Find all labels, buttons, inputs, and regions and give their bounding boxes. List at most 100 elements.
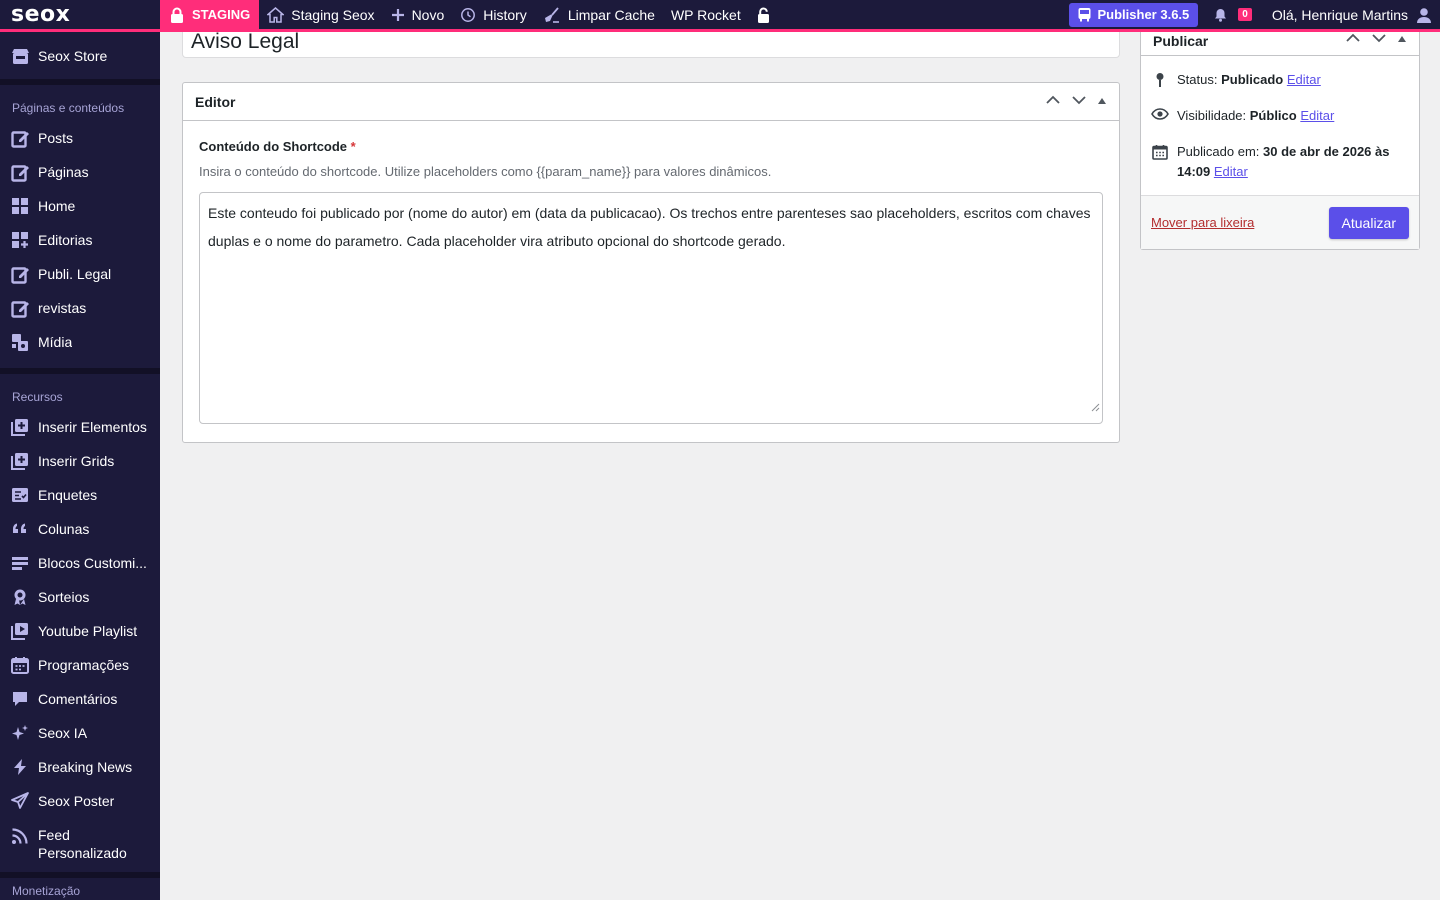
sidebar-item-breaking-news[interactable]: Breaking News [0,750,160,784]
move-down-icon[interactable] [1371,30,1387,49]
sidebar-item-label: Feed Personalizado [38,827,127,861]
publish-status-row: Status: Publicado Editar [1151,70,1409,90]
sidebar-item-feed-personalizado[interactable]: Feed Personalizado [0,818,160,870]
visibility-label: Visibilidade: [1177,108,1247,123]
sidebar-section-title: Monetização [12,884,81,898]
collapse-toggle-icon[interactable] [1097,94,1107,109]
quote-icon [10,519,30,539]
sidebar-item-label: Sorteios [38,589,90,605]
comment-icon [10,689,30,709]
sidebar-item-midia[interactable]: Mídia [0,325,160,359]
sidebar-item-enquetes[interactable]: Enquetes [0,478,160,512]
edit-date-link[interactable]: Editar [1214,164,1248,179]
editor-postbox-body: Conteúdo do Shortcode * Insira o conteúd… [183,121,1119,442]
sidebar-item-seox-poster[interactable]: Seox Poster [0,784,160,818]
sidebar-item-label: Enquetes [38,487,98,503]
sidebar-item-label: Seox Store [38,48,108,64]
status-label: Status: [1177,72,1218,87]
grid-plus-icon [10,230,30,250]
update-button[interactable]: Atualizar [1328,206,1409,239]
move-up-icon[interactable] [1045,92,1061,111]
publisher-version-button[interactable]: Publisher 3.6.5 [1068,2,1199,27]
edit-status-link[interactable]: Editar [1287,72,1321,87]
sidebar-item-label: Posts [38,130,74,146]
playlist-icon [10,621,30,641]
bell-icon [1215,8,1227,22]
publish-date-text: Publicado em: 30 de abr de 2026 às 14:09… [1177,142,1409,182]
sidebar-item-blocos-customizados[interactable]: Blocos Customi... [0,546,160,580]
move-down-icon[interactable] [1071,92,1087,111]
sidebar-item-publi-legal[interactable]: Publi. Legal [0,257,160,291]
editor-postbox-title: Editor [195,93,236,110]
shortcode-content-label: Conteúdo do Shortcode * [199,139,1103,154]
notifications-button[interactable]: 0 [1210,0,1256,31]
sidebar-item-label: Youtube Playlist [38,623,138,639]
adminbar-history-link[interactable]: History [452,0,535,31]
media-icon [10,332,30,352]
lock-icon [171,7,183,23]
edit-visibility-link[interactable]: Editar [1300,108,1334,123]
notifications-count: 0 [1238,8,1252,21]
sidebar-item-comentarios[interactable]: Comentários [0,682,160,716]
staging-label: STAGING [192,7,251,22]
sidebar-item-home[interactable]: Home [0,189,160,223]
shortcode-content-description: Insira o conteúdo do shortcode. Utilize … [199,164,772,179]
sidebar-item-sorteios[interactable]: Sorteios [0,580,160,614]
adminbar-lock-toggle[interactable] [749,0,778,31]
adminbar-site-link[interactable]: Staging Seox [259,0,382,31]
sidebar-item-label: Breaking News [38,759,133,775]
sidebar-item-label: Blocos Customi... [38,555,147,571]
pin-icon [1151,70,1169,88]
publish-status-text: Status: Publicado Editar [1177,70,1321,90]
sidebar-item-label: Colunas [38,521,90,537]
edit-icon [10,264,30,284]
adminbar-wp-rocket-link[interactable]: WP Rocket [663,0,749,31]
sidebar-item-label: Seox IA [38,725,88,741]
sidebar-item-colunas[interactable]: Colunas [0,512,160,546]
adminbar-history-label: History [483,6,527,23]
sidebar-item-seox-ia[interactable]: Seox IA [0,716,160,750]
publish-date-row: Publicado em: 30 de abr de 2026 às 14:09… [1151,142,1409,182]
user-account-menu[interactable]: Olá, Henrique Martins [1256,7,1440,23]
sidebar-item-posts[interactable]: Posts [0,121,160,155]
store-icon [10,46,30,66]
publish-postbox-title: Publicar [1153,33,1209,49]
move-up-icon[interactable] [1345,30,1361,49]
sidebar-item-label: revistas [38,300,87,316]
shortcode-content-value: Este conteudo foi publicado por (nome do… [208,205,1091,249]
publisher-version-label: Publisher 3.6.5 [1097,7,1190,22]
move-to-trash-link[interactable]: Mover para lixeira [1151,215,1254,230]
edit-icon [10,162,30,182]
sidebar-item-inserir-elementos[interactable]: Inserir Elementos [0,410,160,444]
status-value: Publicado [1221,72,1284,87]
sidebar-item-editorias[interactable]: Editorias [0,223,160,257]
sidebar-item-revistas[interactable]: revistas [0,291,160,325]
sidebar-item-paginas[interactable]: Páginas [0,155,160,189]
sidebar-item-label: Inserir Elementos [38,419,147,435]
adminbar-new-link[interactable]: Novo [383,0,453,31]
send-icon [10,791,30,811]
shortcode-content-textarea[interactable]: Este conteudo foi publicado por (nome do… [199,192,1103,424]
admin-bar: seox STAGING Staging Seox Novo History L… [0,0,1440,32]
edit-icon [10,298,30,318]
published-label: Publicado em: [1177,144,1260,159]
eye-icon [1151,106,1169,120]
staging-badge[interactable]: STAGING [160,0,260,31]
seox-logo[interactable]: seox [0,0,160,31]
sidebar-item-seox-store[interactable]: Seox Store [0,39,160,73]
sidebar-item-inserir-grids[interactable]: Inserir Grids [0,444,160,478]
sidebar-item-label: Páginas [38,164,89,180]
postbox-actions [1045,92,1107,111]
editor-postbox: Editor Conteúdo do Shortcode * Insira o … [182,82,1120,443]
sidebar-item-label: Home [38,198,76,214]
sidebar-item-youtube-playlist[interactable]: Youtube Playlist [0,614,160,648]
adminbar-clear-cache-link[interactable]: Limpar Cache [535,0,663,31]
sidebar-item-programacoes[interactable]: Programações [0,648,160,682]
add-square-icon [10,451,30,471]
poll-icon [10,485,30,505]
calendar-icon [10,655,30,675]
collapse-toggle-icon[interactable] [1397,32,1407,47]
post-title-value: Aviso Legal [191,30,300,53]
resize-handle-icon[interactable] [1091,393,1100,421]
sidebar-item-label: Comentários [38,691,118,707]
